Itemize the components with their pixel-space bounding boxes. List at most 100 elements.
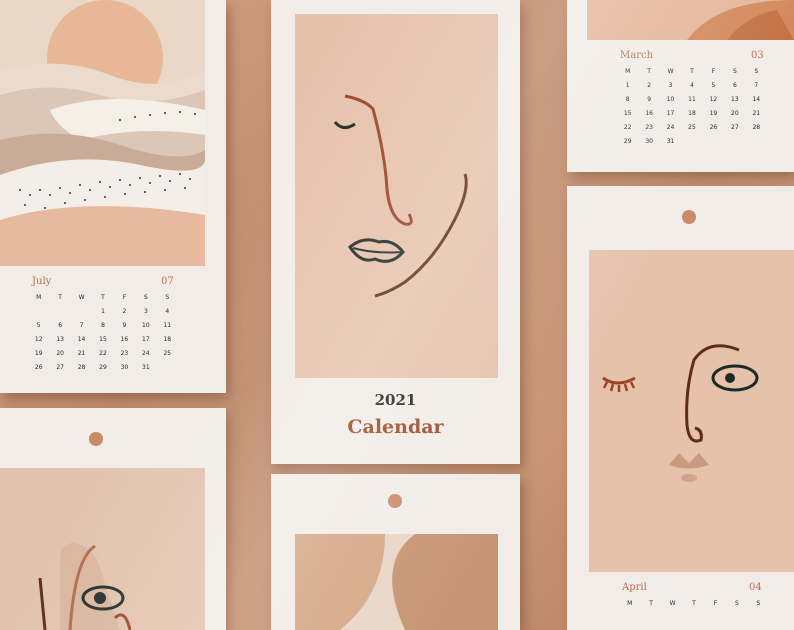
day: 2 bbox=[647, 82, 652, 89]
day: 20 bbox=[56, 350, 64, 357]
day: 10 bbox=[142, 322, 150, 329]
day: 29 bbox=[623, 138, 632, 145]
hanging-hole bbox=[682, 210, 696, 224]
weekday-header: W bbox=[667, 68, 674, 75]
month-number: 04 bbox=[749, 582, 762, 593]
month-name: April bbox=[622, 582, 647, 593]
day: 23 bbox=[120, 350, 129, 357]
day: 30 bbox=[120, 364, 129, 371]
day: 12 bbox=[709, 96, 718, 103]
day: 22 bbox=[623, 124, 632, 131]
day: 18 bbox=[163, 336, 172, 343]
calendar-grid-july: M T W T F S S 1234 5 6 7 8 9 10 11 12 13 14 15 16 1… bbox=[28, 294, 178, 371]
day bbox=[746, 138, 767, 145]
day: 1 bbox=[101, 308, 105, 315]
day: 18 bbox=[688, 110, 696, 117]
face-line-illustration bbox=[295, 14, 498, 378]
day bbox=[49, 308, 70, 315]
day: 11 bbox=[688, 96, 696, 103]
day: 16 bbox=[120, 336, 129, 343]
day: 3 bbox=[143, 308, 148, 315]
weekday-header: T bbox=[649, 600, 653, 607]
day: 3 bbox=[668, 82, 673, 89]
weekday-header: S bbox=[143, 294, 148, 301]
face-artwork bbox=[295, 14, 498, 378]
day: 31 bbox=[142, 364, 150, 371]
weekday-header: M bbox=[36, 294, 42, 301]
calendar-grid-march: M T W T F S S 1234567 8 9 10 11 12 13 14 15 16 1… bbox=[617, 68, 767, 145]
day: 15 bbox=[623, 110, 632, 117]
day bbox=[28, 308, 49, 315]
hanging-hole bbox=[89, 432, 103, 446]
day: 17 bbox=[142, 336, 150, 343]
day: 20 bbox=[731, 110, 739, 117]
day bbox=[703, 138, 724, 145]
day: 29 bbox=[99, 364, 107, 371]
day: 24 bbox=[142, 350, 150, 357]
weekday-header: T bbox=[58, 294, 62, 301]
day: 17 bbox=[666, 110, 675, 117]
day: 5 bbox=[711, 82, 716, 89]
arch-shapes-illustration bbox=[295, 534, 498, 630]
day bbox=[681, 138, 702, 145]
weekday-header: W bbox=[669, 600, 676, 607]
day: 8 bbox=[625, 96, 630, 103]
day: 25 bbox=[163, 350, 172, 357]
day: 26 bbox=[34, 364, 43, 371]
weekday-header: S bbox=[754, 68, 759, 75]
weekday-header: T bbox=[101, 294, 105, 301]
eye-line-illustration bbox=[0, 468, 205, 630]
day bbox=[157, 364, 178, 371]
calendar-card-april: April 04 M T W T F S S bbox=[567, 186, 794, 630]
cover-title: Calendar bbox=[347, 416, 444, 438]
day: 6 bbox=[732, 82, 737, 89]
day: 26 bbox=[709, 124, 718, 131]
day: 23 bbox=[645, 124, 653, 131]
month-number: 07 bbox=[161, 276, 174, 287]
month-name: July bbox=[32, 276, 52, 287]
day: 28 bbox=[752, 124, 761, 131]
day: 4 bbox=[690, 82, 694, 89]
day: 8 bbox=[101, 322, 105, 329]
day: 21 bbox=[77, 350, 86, 357]
day: 14 bbox=[77, 336, 86, 343]
day: 4 bbox=[165, 308, 170, 315]
day: 1 bbox=[625, 82, 630, 89]
weekday-header: M bbox=[627, 600, 633, 607]
weekday-header: T bbox=[692, 600, 696, 607]
day: 27 bbox=[56, 364, 64, 371]
day: 19 bbox=[709, 110, 718, 117]
weekday-header: F bbox=[713, 600, 718, 607]
day: 13 bbox=[731, 96, 739, 103]
arch-artwork bbox=[295, 534, 498, 630]
calendar-cover-card: 2021 Calendar bbox=[271, 0, 520, 464]
day: 9 bbox=[647, 96, 652, 103]
weekday-header: W bbox=[78, 294, 85, 301]
day bbox=[71, 308, 92, 315]
cover-year: 2021 bbox=[374, 391, 417, 409]
weekday-header: S bbox=[756, 600, 761, 607]
calendar-card-arch bbox=[271, 474, 520, 630]
abstract-shapes-illustration bbox=[587, 0, 794, 40]
calendar-card-july: July 07 M T W T F S S 1234 5 6 7 8 9 10 11 12 1… bbox=[0, 0, 226, 393]
weekday-header: F bbox=[122, 294, 127, 301]
day: 31 bbox=[666, 138, 675, 145]
weekday-header: T bbox=[690, 68, 694, 75]
calendar-grid-april: M T W T F S S bbox=[619, 600, 769, 607]
day: 15 bbox=[99, 336, 107, 343]
day: 5 bbox=[36, 322, 41, 329]
day: 10 bbox=[666, 96, 675, 103]
weekday-header: S bbox=[734, 600, 739, 607]
month-number: 03 bbox=[751, 50, 764, 61]
landscape-illustration bbox=[0, 0, 205, 266]
day: 27 bbox=[731, 124, 739, 131]
day: 7 bbox=[754, 82, 759, 89]
march-artwork bbox=[587, 0, 794, 40]
winking-face-illustration bbox=[589, 250, 794, 572]
day: 7 bbox=[79, 322, 84, 329]
day: 24 bbox=[666, 124, 675, 131]
day: 6 bbox=[58, 322, 63, 329]
day: 11 bbox=[163, 322, 172, 329]
day: 28 bbox=[77, 364, 86, 371]
calendar-card-eye bbox=[0, 408, 226, 630]
